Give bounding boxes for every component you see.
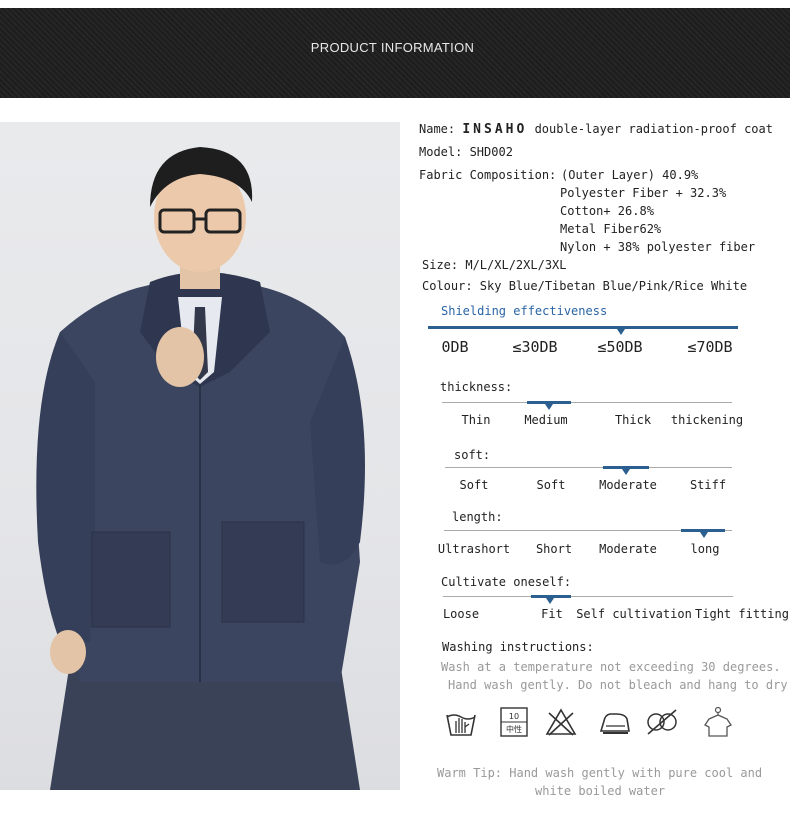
soft-option: Soft: [536, 478, 566, 492]
fabric-label: Fabric Composition:: [419, 168, 557, 182]
length-option: Ultrashort: [437, 542, 511, 556]
model-illustration: [36, 147, 365, 790]
soft-scale-line: [445, 467, 732, 468]
fabric-line: Metal Fiber62%: [560, 222, 662, 236]
banner-title: PRODUCT INFORMATION: [310, 40, 475, 55]
no-dry-clean-icon: [645, 705, 679, 739]
soft-marker: [622, 469, 630, 475]
header-banner: PRODUCT INFORMATION: [0, 8, 790, 98]
cultivate-option: Tight fitting: [695, 607, 789, 621]
thickness-option: thickening: [670, 413, 744, 427]
size-text: Size: M/L/XL/2XL/3XL: [422, 258, 567, 272]
length-option: Short: [535, 542, 573, 556]
fabric-line: (Outer Layer) 40.9%: [561, 168, 699, 182]
shielding-label: Shielding effectiveness: [441, 304, 608, 318]
shielding-option: ≤70DB: [687, 338, 733, 356]
cultivate-option: Fit: [541, 607, 563, 621]
temperature-text: 中性: [506, 724, 522, 734]
hang-dry-icon: [701, 705, 735, 739]
colour-text: Colour: Sky Blue/Tibetan Blue/Pink/Rice …: [422, 279, 748, 293]
length-option: long: [690, 542, 720, 556]
soft-option: Stiff: [689, 478, 727, 492]
fabric-line: Polyester Fiber + 32.3%: [560, 186, 727, 200]
shielding-marker: [617, 329, 625, 335]
shielding-option: ≤50DB: [597, 338, 643, 356]
shielding-option: 0DB: [441, 338, 469, 356]
no-bleach-icon: [544, 705, 578, 739]
washing-label: Washing instructions:: [442, 640, 594, 654]
brand-name: INSAHO: [462, 122, 528, 137]
length-label: length:: [452, 510, 503, 524]
fabric-line: Cotton+ 26.8%: [560, 204, 654, 218]
thickness-label: thickness:: [440, 380, 513, 394]
fabric-line: Nylon + 38% polyester fiber: [560, 240, 756, 254]
medium-temperature-icon: 10 中性: [497, 705, 531, 739]
washing-line-1: Wash at a temperature not exceeding 30 d…: [441, 660, 781, 674]
soft-option: Soft: [459, 478, 489, 492]
shielding-option: ≤30DB: [512, 338, 558, 356]
cultivate-label: Cultivate oneself:: [441, 575, 572, 589]
soft-label: soft:: [454, 448, 491, 462]
length-option: Moderate: [599, 542, 657, 556]
cultivate-option: Self cultivation: [576, 607, 692, 621]
thickness-option: Thin: [461, 413, 491, 427]
thickness-marker: [545, 404, 553, 410]
product-photo: [0, 122, 400, 790]
cultivate-scale-line: [443, 596, 733, 597]
low-iron-icon: [598, 705, 632, 739]
thickness-scale-line: [442, 402, 732, 403]
product-name-row: Name: INSAHO double-layer radiation-proo…: [419, 122, 773, 137]
soft-option: Moderate: [599, 478, 657, 492]
thickness-option: Thick: [614, 413, 652, 427]
temperature-number: 10: [509, 712, 519, 721]
name-label: Name:: [419, 122, 456, 136]
warm-tip-line-2: white boiled water: [535, 784, 666, 798]
warm-tip-line-1: Warm Tip: Hand wash gently with pure coo…: [437, 766, 763, 780]
model-text: Model: SHD002: [419, 145, 513, 159]
washing-line-2: Hand wash gently. Do not bleach and hang…: [448, 678, 790, 692]
product-name-value: double-layer radiation-proof coat: [534, 122, 773, 136]
length-marker: [700, 532, 708, 538]
cultivate-marker: [546, 598, 554, 604]
shielding-scale-line: [428, 326, 738, 329]
hand-wash-icon: [444, 705, 478, 739]
cultivate-option: Loose: [442, 607, 480, 621]
thickness-option: Medium: [524, 413, 568, 427]
